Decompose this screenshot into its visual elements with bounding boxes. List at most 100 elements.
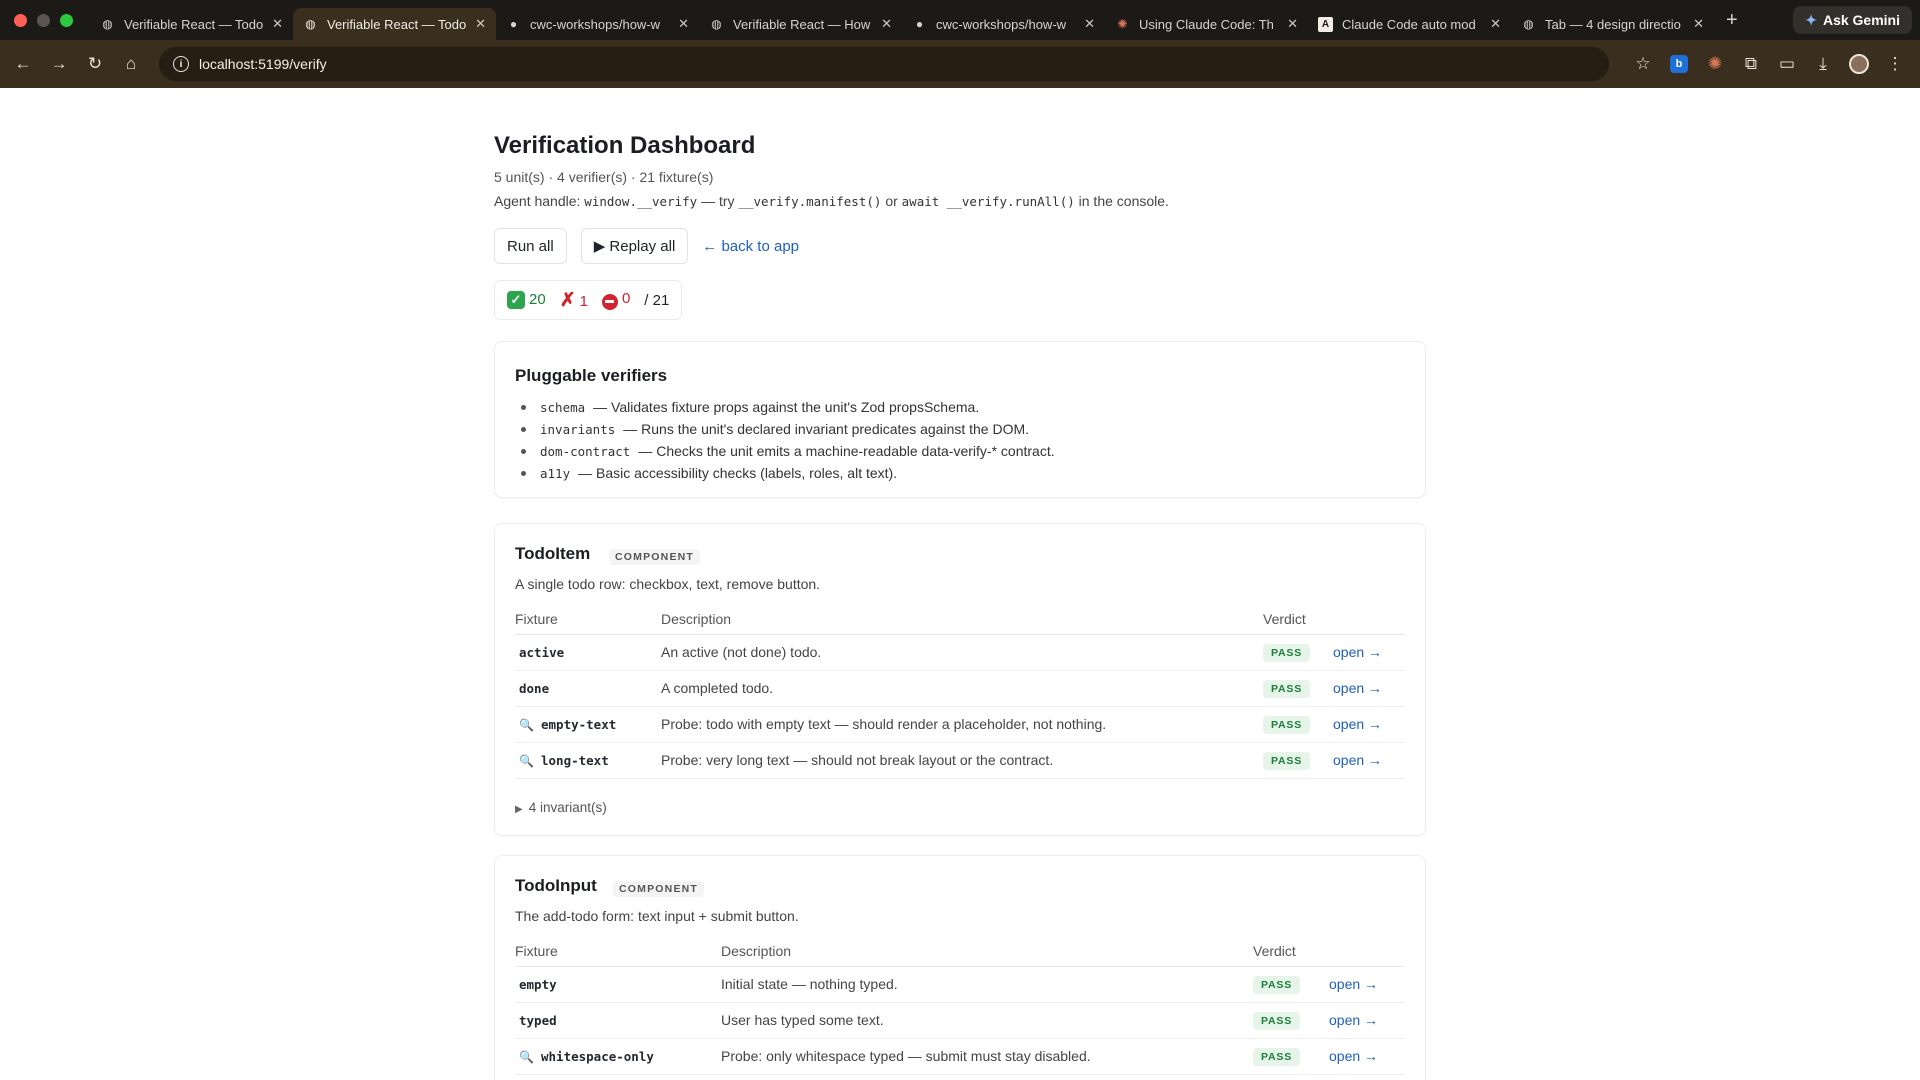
download-icon[interactable]: ⤓	[1808, 46, 1838, 82]
table-row: 🔍 long-text Probe: very long text — shoul…	[515, 742, 1405, 779]
handle-code-runall: await __verify.runAll()	[901, 194, 1075, 209]
url-text: localhost:5199/verify	[199, 56, 327, 72]
back-arrow-icon[interactable]: ←	[5, 46, 41, 82]
extensions-puzzle-icon[interactable]: ⧉	[1736, 46, 1766, 82]
minimize-window-button[interactable]	[37, 13, 50, 27]
no-entry-icon	[601, 293, 618, 310]
site-info-icon[interactable]: i	[173, 56, 189, 72]
error-count-value: 0	[621, 290, 631, 308]
globe-icon: ◍	[102, 17, 113, 31]
open-fixture-link[interactable]: open →	[1329, 1048, 1378, 1064]
close-tab-icon[interactable]: ✕	[881, 16, 892, 32]
verifier-desc: — Checks the unit emits a machine-readab…	[638, 443, 1055, 459]
close-window-button[interactable]	[14, 13, 27, 27]
col-header-verdict: Verdict	[1263, 604, 1333, 635]
fixture-description: Probe: very long text — should not break…	[661, 742, 1263, 779]
verdict-badge: PASS	[1263, 679, 1311, 698]
tab-title: cwc-workshops/how-w	[936, 16, 1067, 32]
fixture-name: long-text	[541, 752, 609, 768]
close-tab-icon[interactable]: ✕	[1084, 16, 1095, 32]
claude-icon: ✺	[1117, 17, 1128, 31]
unit-card-todoinput: TodoInput COMPONENT The add-todo form: t…	[494, 855, 1426, 1080]
bookmark-star-icon[interactable]: ☆	[1628, 46, 1658, 82]
browser-tab[interactable]: ✺ Using Claude Code: Th ✕	[1105, 8, 1308, 40]
close-tab-icon[interactable]: ✕	[1490, 16, 1501, 32]
fixture-description: User has typed some text.	[721, 1002, 1253, 1039]
replay-all-button[interactable]: ▶ Replay all	[580, 228, 689, 264]
browser-tab[interactable]: A Claude Code auto mod ✕	[1308, 8, 1511, 40]
ask-gemini-button[interactable]: ✦ Ask Gemini	[1793, 6, 1912, 34]
fixture-name-cell: 🔍 empty-text	[515, 706, 661, 743]
reload-icon[interactable]: ↻	[77, 46, 113, 82]
verdict-cell: PASS	[1253, 1038, 1329, 1075]
tab-title: Verifiable React — Todo	[327, 16, 467, 32]
verdict-cell: PASS	[1263, 706, 1333, 743]
tab-search-icon[interactable]: ▭	[1772, 46, 1802, 82]
verdict-badge: PASS	[1253, 975, 1301, 994]
close-tab-icon[interactable]: ✕	[1287, 16, 1298, 32]
verifiers-heading: Pluggable verifiers	[515, 366, 668, 385]
col-header-link	[1329, 936, 1405, 967]
fail-count: ✗ 1	[560, 289, 588, 312]
close-tab-icon[interactable]: ✕	[1693, 16, 1704, 32]
claude-extension-icon[interactable]: ✺	[1700, 46, 1730, 82]
browser-tab[interactable]: ◍ Verifiable React — How ✕	[699, 8, 902, 40]
link-cell: open →	[1333, 634, 1405, 671]
fixture-name: whitespace-only	[541, 1048, 654, 1064]
table-row: empty Initial state — nothing typed. PAS…	[515, 966, 1405, 1003]
open-fixture-link[interactable]: open →	[1333, 716, 1382, 732]
magnifier-probe-icon: 🔍	[519, 717, 534, 732]
address-bar[interactable]: i localhost:5199/verify	[159, 47, 1609, 81]
table-row: done A completed todo. PASS open →	[515, 670, 1405, 707]
handle-prefix: Agent handle:	[494, 193, 581, 209]
table-header-row: Fixture Description Verdict	[515, 936, 1405, 967]
fail-count-value: 1	[579, 292, 588, 310]
open-fixture-link[interactable]: open →	[1329, 976, 1378, 992]
error-count: 0	[601, 290, 631, 310]
browser-tab[interactable]: ● cwc-workshops/how-w ✕	[902, 8, 1105, 40]
browser-tab[interactable]: ◍ Tab — 4 design directio ✕	[1511, 8, 1714, 40]
link-cell: open →	[1329, 1038, 1405, 1075]
verifier-name: schema	[540, 399, 586, 415]
browser-tab[interactable]: ● cwc-workshops/how-w ✕	[496, 8, 699, 40]
close-tab-icon[interactable]: ✕	[475, 16, 486, 32]
open-fixture-link[interactable]: open →	[1329, 1012, 1378, 1028]
browser-tab-active[interactable]: ◍ Verifiable React — Todo ✕	[293, 8, 496, 40]
back-to-app-link[interactable]: ← back to app	[702, 238, 799, 255]
cross-mark-icon: ✗	[559, 289, 576, 311]
link-cell: open →	[1333, 670, 1405, 707]
unit-card-todoitem: TodoItem COMPONENT A single todo row: ch…	[494, 523, 1426, 836]
pass-count: ✓ 20	[507, 291, 546, 309]
col-header-description: Description	[721, 936, 1253, 967]
open-fixture-link[interactable]: open →	[1333, 644, 1382, 660]
home-icon[interactable]: ⌂	[113, 46, 149, 82]
open-fixture-link[interactable]: open →	[1333, 680, 1382, 696]
link-cell: open →	[1329, 1002, 1405, 1039]
browser-tab[interactable]: ◍ Verifiable React — Todo ✕	[90, 8, 293, 40]
table-row: typed User has typed some text. PASS ope…	[515, 1002, 1405, 1039]
extension-b-icon[interactable]: b	[1664, 46, 1694, 82]
run-all-button[interactable]: Run all	[494, 228, 567, 264]
menu-kebab-icon[interactable]: ⋮	[1880, 46, 1910, 82]
verifiers-card: Pluggable verifiers schema — Validates fi…	[494, 341, 1426, 498]
col-header-fixture: Fixture	[515, 604, 661, 635]
total-count: / 21	[644, 291, 670, 309]
profile-avatar[interactable]	[1844, 46, 1874, 82]
verdict-badge: PASS	[1253, 1047, 1301, 1066]
new-tab-button[interactable]: +	[1714, 9, 1750, 32]
tab-title: Verifiable React — How	[733, 16, 871, 32]
maximize-window-button[interactable]	[60, 13, 73, 27]
unit-description: A single todo row: checkbox, text, remov…	[515, 576, 821, 592]
close-tab-icon[interactable]: ✕	[678, 16, 689, 32]
close-tab-icon[interactable]: ✕	[272, 16, 283, 32]
table-row: 🔍 empty-text Probe: todo with empty text …	[515, 706, 1405, 743]
fixture-description: An active (not done) todo.	[661, 634, 1263, 671]
forward-arrow-icon[interactable]: →	[41, 46, 77, 82]
col-header-fixture: Fixture	[515, 936, 721, 967]
open-fixture-link[interactable]: open →	[1333, 752, 1382, 768]
fixtures-table: Fixture Description Verdict empty Initia…	[515, 936, 1405, 1075]
verdict-badge: PASS	[1263, 751, 1311, 770]
fixture-name: typed	[515, 1002, 721, 1039]
invariants-disclosure[interactable]: ▶ 4 invariant(s)	[515, 800, 607, 815]
summary-counts: 5 unit(s) · 4 verifier(s) · 21 fixture(s…	[494, 169, 714, 185]
